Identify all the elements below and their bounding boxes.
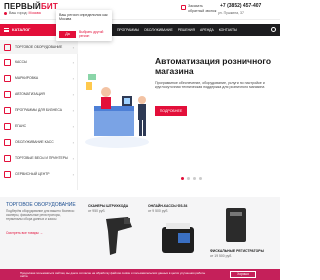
window-icon — [4, 106, 11, 114]
location-pin-icon — [4, 11, 7, 15]
main-nav: КАТАЛОГ Магазины Оборудование Программы … — [0, 24, 280, 36]
address: ул. Пушкина, 37 — [218, 11, 244, 15]
callback-link[interactable]: Заказать обратный звонок — [188, 4, 216, 13]
hero-title: Автоматизация розничного магазина — [155, 56, 272, 76]
chevron-right-icon: › — [72, 140, 74, 145]
product-card[interactable]: Сканеры штрихкода от 950 руб. — [88, 204, 150, 266]
sidebar-item-label: Сервисный центр — [15, 172, 50, 176]
barcode-scanner-image — [106, 217, 132, 255]
site-logo[interactable]: ПЕРВЫЙБИТ — [4, 2, 58, 11]
chevron-right-icon: › — [72, 172, 74, 177]
sidebar-item-label: Программы для бизнеса — [15, 108, 62, 112]
choose-region-link[interactable]: Выбрать другой регион — [79, 30, 105, 38]
catalog-button[interactable]: КАТАЛОГ — [0, 24, 58, 36]
region-actions: Да Выбрать другой регион — [59, 30, 105, 38]
register-icon — [4, 58, 11, 66]
hero-details-button[interactable]: Подробнее — [155, 106, 187, 116]
logo-main: ПЕРВЫЙ — [4, 2, 41, 11]
region-popup: Ваш регион определился как Москва Да Выб… — [56, 10, 112, 41]
catalog-label: КАТАЛОГ — [12, 27, 31, 32]
barcode-icon — [4, 74, 11, 82]
nav-item[interactable]: Аренда — [200, 28, 214, 32]
top-bar: ПЕРВЫЙБИТ Ваш город: Москва Заказать обр… — [0, 0, 280, 20]
search-icon[interactable] — [271, 27, 276, 32]
catalog-sidebar: Торговое оборудование › Кассы › Маркиров… — [0, 40, 78, 190]
chevron-right-icon: › — [72, 76, 74, 81]
equipment-section: Торговое оборудование Подберём оборудова… — [0, 197, 280, 269]
sidebar-item-egais[interactable]: ЕГАИС › — [0, 119, 78, 133]
city-label: Ваш город: — [9, 11, 28, 15]
nav-item[interactable]: Программы — [117, 28, 139, 32]
hero-banner: Автоматизация розничного магазина Програ… — [80, 40, 280, 195]
product-name: Онлайн-кассы ФЗ-54 — [148, 204, 188, 208]
product-price: от 19 500 руб. — [210, 254, 233, 258]
sidebar-item-label: ЕГАИС — [15, 124, 27, 128]
sidebar-item-service[interactable]: Обслуживание касс › — [0, 135, 78, 149]
sidebar-item-label: Торговое оборудование — [15, 45, 63, 49]
slider-dot[interactable] — [187, 177, 190, 180]
sidebar-item-software[interactable]: Программы для бизнеса › — [0, 103, 78, 117]
cart-icon — [4, 43, 11, 51]
city-selector[interactable]: Ваш город: Москва — [4, 11, 41, 15]
wrench-icon — [4, 138, 11, 146]
nav-item[interactable]: Контакты — [219, 28, 237, 32]
sidebar-item-label: Автоматизация — [15, 92, 45, 96]
sidebar-item-service-center[interactable]: Сервисный центр › — [0, 167, 78, 181]
menu-icon — [4, 28, 9, 32]
fiscal-registrar-image — [226, 208, 246, 242]
see-all-link[interactable]: Смотреть все товары → — [6, 231, 43, 235]
scale-icon — [4, 154, 11, 162]
nav-item[interactable]: Обслуживание — [144, 28, 173, 32]
service-icon — [4, 170, 11, 178]
bottle-icon — [4, 122, 11, 130]
product-name: Фискальные регистраторы — [210, 249, 264, 253]
sidebar-item-label: Маркировка — [15, 76, 39, 80]
cookie-text: Продолжая пользоваться сайтом, вы даете … — [20, 271, 206, 279]
sidebar-item-scales[interactable]: Торговые весы и принтеры › — [0, 151, 78, 165]
nav-item[interactable]: Решения — [178, 28, 195, 32]
retail-store-illustration — [85, 74, 149, 148]
cookie-accept-button[interactable]: Хорошо — [230, 271, 256, 278]
cookie-banner: Продолжая пользоваться сайтом, вы даете … — [0, 269, 280, 280]
region-question: Ваш регион определился как Москва — [59, 13, 108, 22]
slider-dot[interactable] — [193, 177, 196, 180]
chevron-right-icon: › — [72, 60, 74, 65]
chevron-right-icon: › — [72, 92, 74, 97]
gear-icon — [4, 90, 11, 98]
chevron-right-icon: › — [72, 156, 74, 161]
sidebar-item-label: Кассы — [15, 60, 28, 64]
phone-icon — [181, 5, 186, 10]
sidebar-item-equipment[interactable]: Торговое оборудование › — [0, 40, 78, 54]
confirm-region-button[interactable]: Да — [59, 31, 76, 38]
slider-dot[interactable] — [181, 177, 184, 180]
sidebar-item-marking[interactable]: Маркировка › — [0, 71, 78, 85]
product-card[interactable]: Онлайн-кассы ФЗ-54 от 9 500 руб. — [148, 204, 210, 266]
online-register-image — [162, 223, 194, 253]
slider-dots — [181, 177, 202, 180]
sidebar-item-automation[interactable]: Автоматизация › — [0, 87, 78, 101]
sidebar-item-registers[interactable]: Кассы › — [0, 55, 78, 69]
callback-line2: обратный звонок — [188, 8, 217, 13]
phone-number[interactable]: +7 (3852) 457-407 — [220, 3, 261, 9]
chevron-right-icon: › — [72, 108, 74, 113]
product-name: Сканеры штрихкода — [88, 204, 129, 208]
slider-dot[interactable] — [199, 177, 202, 180]
section-title: Торговое оборудование — [6, 202, 76, 208]
hero-subtitle: Программное обеспечение, оборудование, у… — [155, 81, 265, 90]
sidebar-item-label: Обслуживание касс — [15, 140, 54, 144]
section-text: Подберём оборудование для вашего бизнеса… — [6, 209, 75, 221]
sidebar-item-label: Торговые весы и принтеры — [15, 156, 69, 160]
city-value: Москва — [28, 11, 41, 15]
chevron-right-icon: › — [72, 124, 74, 129]
chevron-right-icon: › — [72, 45, 74, 50]
product-card[interactable]: Фискальные регистраторы от 19 500 руб. — [210, 204, 272, 266]
